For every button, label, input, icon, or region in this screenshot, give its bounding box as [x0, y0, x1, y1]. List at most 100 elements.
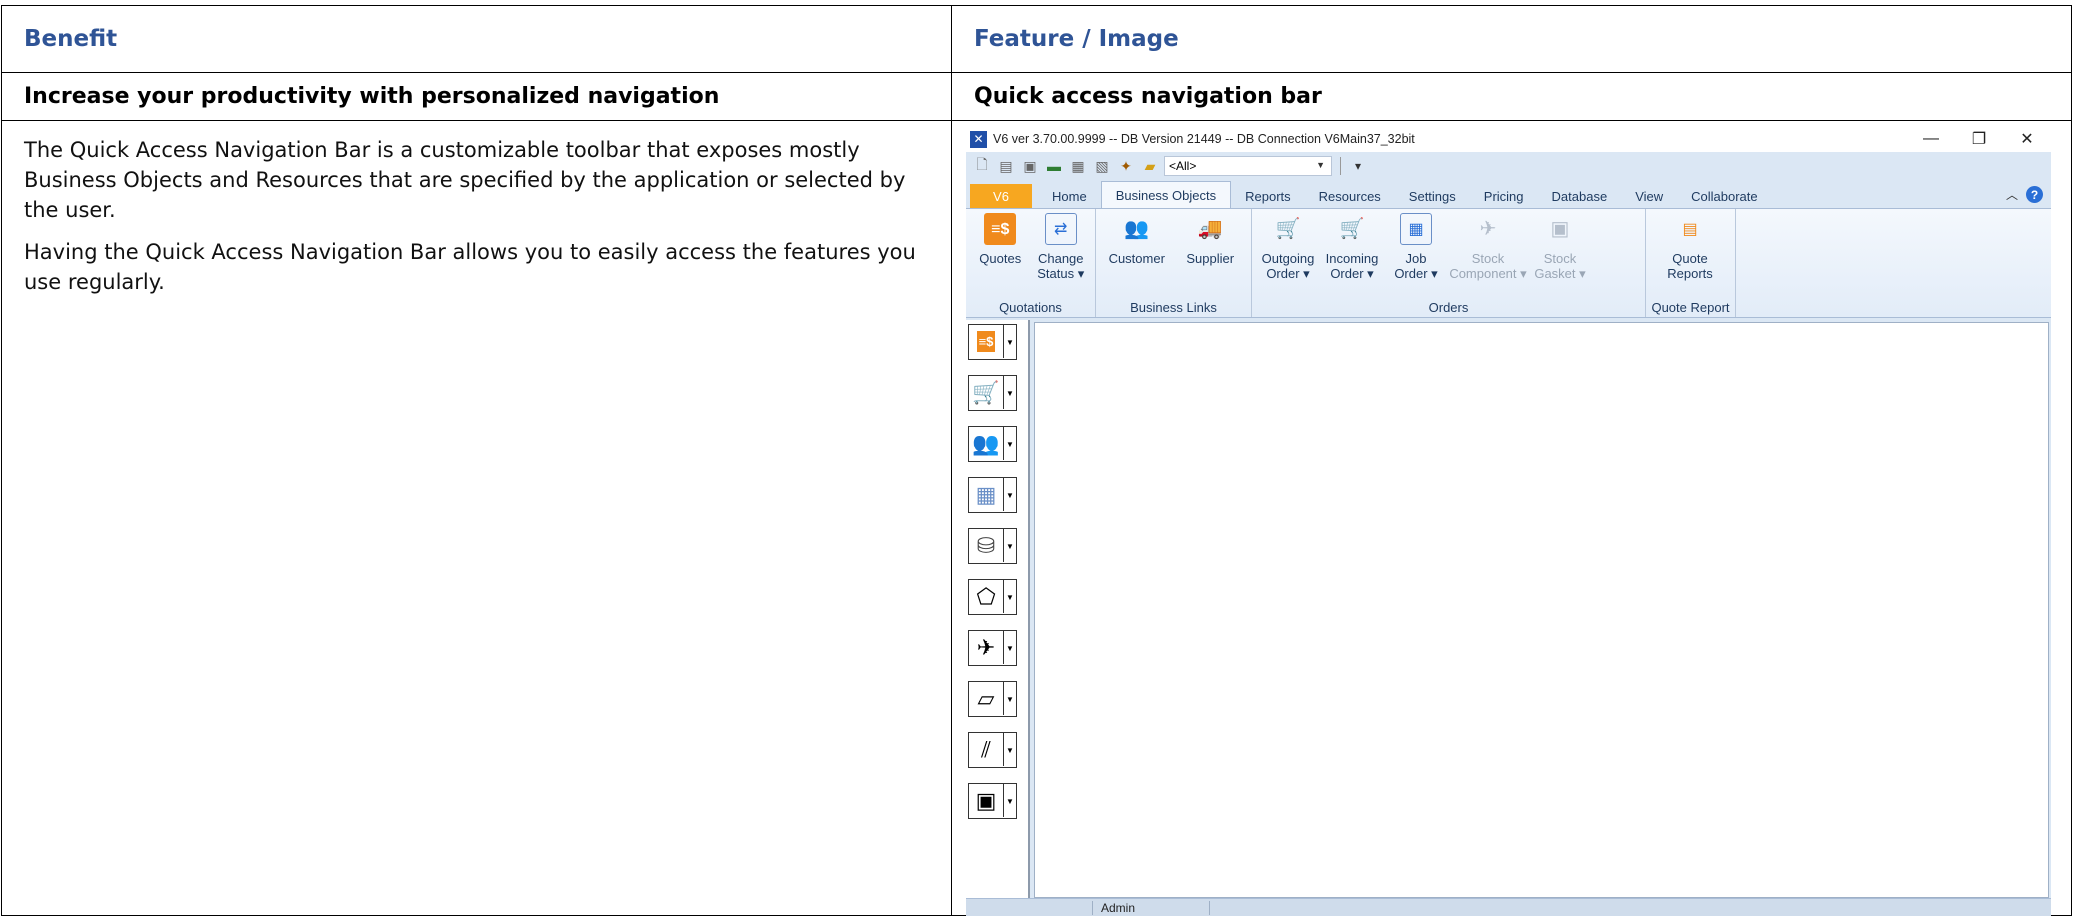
content-area: ≡$ ▼ 🛒 ▼ 👥 ▼ ▦ ▼ ⛁ ▼ ⬠ ▼ ✈ ▼ ▱ ▼ ⫽ ▼ ▣ ▼: [966, 320, 2051, 898]
tab-view[interactable]: View: [1621, 184, 1677, 208]
chevron-down-icon[interactable]: ▼: [1004, 784, 1016, 818]
tab-v6[interactable]: V6: [970, 184, 1032, 208]
workspace-area: [1034, 322, 2049, 898]
folder-icon[interactable]: ▰: [1140, 156, 1160, 176]
stock-component-label-1: Stock: [1471, 251, 1505, 266]
chevron-down-icon: ▼: [1316, 160, 1325, 170]
tab-home[interactable]: Home: [1038, 184, 1101, 208]
tools-icon[interactable]: ✦: [1116, 156, 1136, 176]
glass-panel-icon: ▱: [969, 682, 1004, 715]
save-icon[interactable]: ▣: [1020, 156, 1040, 176]
nav-window-button[interactable]: ▦ ▼: [968, 477, 1017, 513]
change-status-label-1: Change: [1037, 251, 1084, 266]
group-business-links: 👥 Customer 🚚 Supplier Business Links: [1096, 209, 1252, 317]
customize-toolbar-icon[interactable]: ▾: [1355, 159, 1361, 173]
row-feature-title: Quick access navigation bar: [951, 72, 2072, 121]
nav-material-button[interactable]: ⛁ ▼: [968, 528, 1017, 564]
cart-icon: 🛒: [969, 376, 1004, 409]
app-screenshot: ✕ V6 ver 3.70.00.9999 -- DB Version 2144…: [966, 126, 2051, 916]
material-bag-icon: ⛁: [969, 529, 1004, 562]
separator: [1340, 157, 1341, 175]
nav-profile-button[interactable]: ⬠ ▼: [968, 579, 1017, 615]
new-document-icon[interactable]: 🗋: [972, 156, 992, 176]
filter-select-value: <All>: [1169, 159, 1197, 173]
quote-reports-label-2: Reports: [1667, 266, 1713, 281]
quotes-icon: ≡$: [969, 325, 1004, 358]
outgoing-label-1: Outgoing: [1261, 251, 1315, 266]
group-quotations: ≡$ Quotes ⇄ Change Status ▾ Quotations: [966, 209, 1096, 317]
outgoing-label-2: Order ▾: [1266, 266, 1310, 281]
group-label-quote-report: Quote Report: [1651, 300, 1730, 315]
supplier-truck-icon: 🚚: [1197, 217, 1223, 240]
chevron-down-icon[interactable]: ▼: [1004, 580, 1016, 614]
chevron-down-icon[interactable]: ▼: [1004, 325, 1016, 359]
group-label-business-links: Business Links: [1130, 300, 1217, 315]
tab-pricing[interactable]: Pricing: [1470, 184, 1538, 208]
restore-icon[interactable]: ❐: [1955, 126, 2003, 152]
row-benefit-title: Increase your productivity with personal…: [1, 72, 952, 121]
gasket-icon: ▣: [969, 784, 1004, 817]
change-status-label-2: Status ▾: [1037, 266, 1085, 281]
window-frame-icon: ▦: [969, 478, 1004, 511]
paragraph-1: The Quick Access Navigation Bar is a cus…: [24, 138, 906, 222]
chevron-down-icon[interactable]: ▼: [1004, 427, 1016, 461]
nav-gasket-button[interactable]: ▣ ▼: [968, 783, 1017, 819]
quote-reports-icon: ▤: [1682, 220, 1698, 238]
chevron-down-icon[interactable]: ▼: [1004, 376, 1016, 410]
title-bar: ✕ V6 ver 3.70.00.9999 -- DB Version 2144…: [966, 126, 2051, 152]
incoming-label-1: Incoming: [1325, 251, 1379, 266]
nav-quotes-button[interactable]: ≡$ ▼: [968, 324, 1017, 360]
change-status-icon: ⇄: [1044, 213, 1077, 245]
print-icon[interactable]: ▬: [1044, 156, 1064, 176]
window-title: V6 ver 3.70.00.9999 -- DB Version 21449 …: [993, 132, 1415, 146]
customer-icon: 👥: [969, 427, 1004, 460]
tab-collaborate[interactable]: Collaborate: [1677, 184, 1772, 208]
nav-component-button[interactable]: ✈ ▼: [968, 630, 1017, 666]
tab-resources[interactable]: Resources: [1305, 184, 1395, 208]
customer-icon: 👥: [1124, 217, 1150, 240]
nav-customer-button[interactable]: 👥 ▼: [968, 426, 1017, 462]
quotes-icon: ≡$: [984, 213, 1017, 245]
chevron-down-icon[interactable]: ▼: [1004, 478, 1016, 512]
stock-gasket-label-2: Gasket ▾: [1534, 266, 1586, 281]
stock-component-icon: ✈: [1479, 217, 1497, 240]
status-user: Admin: [1092, 901, 1210, 915]
chevron-down-icon[interactable]: ▼: [1004, 733, 1016, 767]
open-icon[interactable]: ▤: [996, 156, 1016, 176]
benefit-description: The Quick Access Navigation Bar is a cus…: [1, 120, 952, 916]
outgoing-cart-icon: 🛒: [1275, 217, 1301, 240]
header-feature: Feature / Image: [951, 5, 2072, 73]
tab-reports[interactable]: Reports: [1231, 184, 1305, 208]
collapse-ribbon-icon[interactable]: ︿: [2006, 186, 2018, 203]
help-icon[interactable]: ?: [2026, 186, 2043, 203]
filter-select[interactable]: <All> ▼: [1164, 156, 1332, 176]
chevron-down-icon[interactable]: ▼: [1004, 529, 1016, 563]
double-panel-icon: ⫽: [969, 733, 1004, 766]
tab-business-objects[interactable]: Business Objects: [1100, 181, 1232, 208]
tab-database[interactable]: Database: [1538, 184, 1622, 208]
chevron-down-icon[interactable]: ▼: [1004, 682, 1016, 716]
close-icon[interactable]: ✕: [2003, 126, 2051, 152]
nav-glass-button[interactable]: ▱ ▼: [968, 681, 1017, 717]
incoming-label-2: Order ▾: [1330, 266, 1374, 281]
quick-access-navigation-bar: ≡$ ▼ 🛒 ▼ 👥 ▼ ▦ ▼ ⛁ ▼ ⬠ ▼ ✈ ▼ ▱ ▼ ⫽ ▼ ▣ ▼: [966, 320, 1030, 898]
chevron-down-icon[interactable]: ▼: [1004, 631, 1016, 665]
preview-icon[interactable]: ▦: [1068, 156, 1088, 176]
nav-panel-button[interactable]: ⫽ ▼: [968, 732, 1017, 768]
quote-reports-label-1: Quote: [1672, 251, 1708, 266]
incoming-cart-icon: 🛒: [1339, 217, 1365, 240]
group-label-quotations: Quotations: [999, 300, 1062, 315]
screw-icon: ✈: [969, 631, 1004, 664]
job-label-1: Job: [1405, 251, 1427, 266]
minimize-icon[interactable]: —: [1907, 126, 1955, 152]
nav-outgoing-order-button[interactable]: 🛒 ▼: [968, 375, 1017, 411]
profile-shape-icon: ⬠: [969, 580, 1004, 613]
quotes-label: Quotes: [979, 251, 1022, 266]
stock-gasket-label-1: Stock: [1543, 251, 1577, 266]
header-benefit: Benefit: [1, 5, 952, 73]
supplier-label: Supplier: [1186, 251, 1235, 266]
app-logo-icon: ✕: [970, 130, 987, 148]
export-icon[interactable]: ▧: [1092, 156, 1112, 176]
job-order-icon: ▦: [1400, 213, 1432, 245]
tab-settings[interactable]: Settings: [1395, 184, 1470, 208]
